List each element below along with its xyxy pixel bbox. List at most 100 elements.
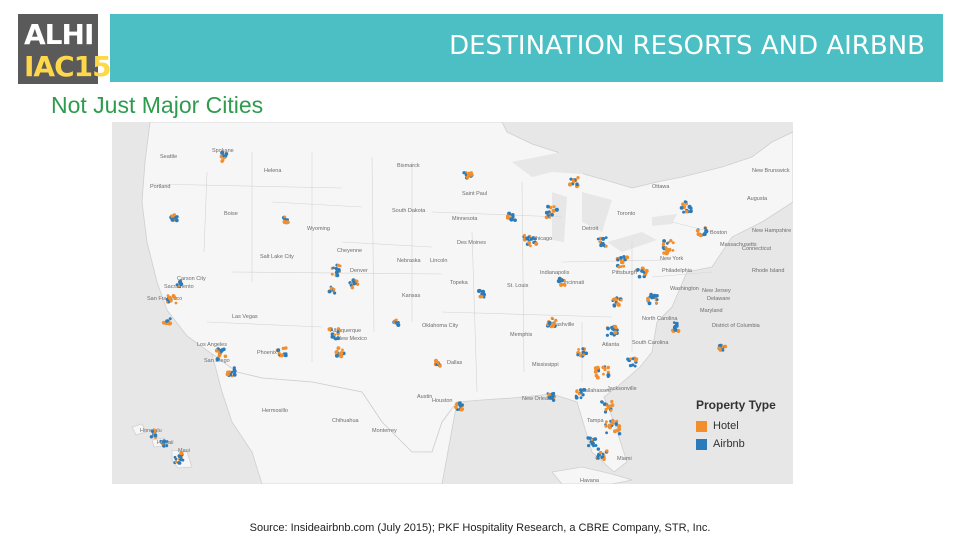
property-point [612,304,617,308]
property-point [717,346,722,351]
property-point [602,372,605,376]
property-point [696,232,701,236]
property-point [604,407,608,412]
property-point [598,240,602,244]
property-point [605,420,608,424]
property-point [327,327,332,332]
property-point [640,269,644,273]
place-label: Philadelphia [662,268,693,274]
place-label: Tampa [587,418,604,424]
property-point [438,364,442,368]
property-point [633,364,637,368]
property-point [548,216,551,219]
source-note: Source: Insideairbnb.com (July 2015); PK… [249,522,711,534]
place-label: Oklahoma City [422,323,458,329]
property-point [327,289,332,294]
property-point [332,288,336,291]
property-point [592,442,595,445]
place-label: Salt Lake City [260,254,294,260]
property-point [335,270,339,275]
property-point [153,433,158,438]
property-point [577,348,580,351]
property-point [610,403,615,408]
property-point [606,365,610,370]
property-point [544,210,549,215]
place-label: Denver [350,268,368,274]
place-label: Boise [224,211,238,217]
place-label: Boston [710,230,727,236]
property-point [477,288,482,293]
property-point [605,333,609,337]
property-point [551,208,556,213]
property-point [605,449,609,453]
property-point [665,247,669,251]
property-point [533,237,537,241]
property-point [679,206,684,210]
place-label: Pittsburgh [612,270,637,276]
place-label: Cheyenne [337,248,362,254]
property-point [644,268,649,273]
property-point [527,240,531,245]
airbnb-swatch [696,438,707,450]
property-point [596,447,600,451]
property-point [622,264,626,268]
property-point [603,367,607,372]
property-point [574,394,578,398]
property-point [336,327,340,331]
property-point [682,210,686,214]
place-label: Kansas [402,293,421,299]
place-label: Austin [417,394,432,400]
property-point [174,296,178,300]
property-point [551,398,556,402]
place-label: New Hampshire [752,228,791,234]
property-point [604,424,608,428]
place-label: Hermosillo [262,408,288,414]
place-label: Seattle [160,154,177,160]
place-label: Houston [432,398,453,404]
property-point [617,424,622,429]
place-label: Portland [150,184,171,190]
property-point [655,301,658,305]
property-point [513,218,517,222]
property-point [546,204,550,209]
property-point [721,348,725,352]
property-point [554,318,558,322]
property-point [232,366,236,370]
property-point [609,331,614,336]
property-point [671,249,675,252]
legend-label-hotel: Hotel [713,420,739,432]
property-point [332,266,335,270]
place-label: Atlanta [602,342,620,348]
place-label: New Jersey [702,288,731,294]
property-point [174,301,178,305]
property-point [633,358,638,363]
property-map: Seattle Spokane Portland Helena Bismarck Otta… [112,122,793,484]
property-point [285,220,290,225]
place-label: Des Moines [457,240,486,246]
place-label: St. Louis [507,283,529,289]
property-point [599,243,603,248]
legend-item-hotel: Hotel [696,417,806,435]
property-point [646,296,650,301]
place-label: Monterrey [372,428,397,434]
property-point [228,370,232,373]
property-point [684,209,689,214]
property-point [173,455,177,459]
property-point [673,327,678,332]
place-label: Memphis [510,332,533,338]
property-point [454,405,458,410]
property-point [162,439,167,444]
property-point [606,326,610,331]
property-point [330,272,334,276]
property-point [675,324,679,328]
property-point [222,154,226,158]
property-point [162,444,166,448]
property-point [597,456,600,460]
property-point [601,236,606,241]
property-point [613,324,618,329]
legend-item-airbnb: Airbnb [696,435,806,453]
property-point [602,457,606,462]
header-bar: DESTINATION RESORTS AND AIRBNB [110,14,943,82]
property-point [478,294,483,299]
property-point [703,226,707,230]
